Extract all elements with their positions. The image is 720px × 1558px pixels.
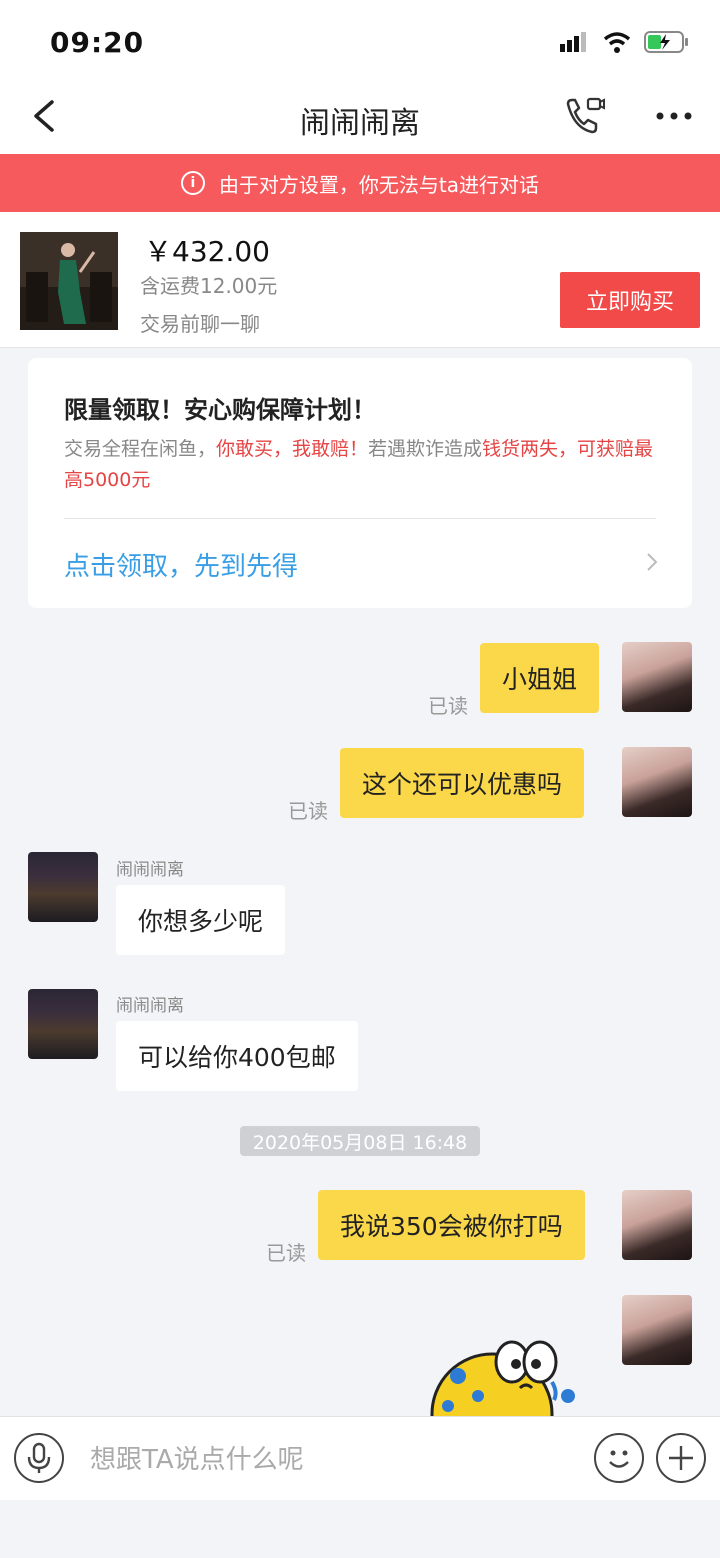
- more-actions-button[interactable]: [656, 1433, 706, 1483]
- plus-icon: [669, 1446, 693, 1470]
- avatar-other[interactable]: [28, 852, 98, 922]
- smiley-icon: [609, 1450, 629, 1468]
- product-card[interactable]: ￥432.00 含运费12.00元 交易前聊一聊 立即购买: [0, 212, 720, 348]
- more-icon[interactable]: [654, 104, 694, 128]
- avatar-self[interactable]: [622, 747, 692, 817]
- status-icons: [558, 30, 690, 54]
- message-bubble-other[interactable]: 你想多少呢: [116, 885, 286, 955]
- chevron-right-icon[interactable]: [642, 550, 662, 574]
- avatar-self[interactable]: [622, 1295, 692, 1365]
- product-shipping: 含运费12.00元: [140, 274, 278, 298]
- message-bubble-self[interactable]: 我说350会被你打吗: [318, 1190, 585, 1260]
- promo-title: 限量领取！安心购保障计划！: [64, 396, 376, 424]
- avatar-self[interactable]: [622, 1190, 692, 1260]
- promo-divider: [64, 518, 656, 519]
- banner-text: 由于对方设置，你无法与ta进行对话: [218, 172, 540, 197]
- status-time: 09:20: [50, 26, 145, 59]
- sender-name: 闹闹闹离: [116, 860, 184, 880]
- message-bubble-self[interactable]: 小姐姐: [480, 643, 600, 713]
- buy-now-button[interactable]: 立即购买: [560, 272, 700, 328]
- input-bar: 想跟TA说点什么呢: [0, 1416, 720, 1500]
- emoji-button[interactable]: [594, 1433, 644, 1483]
- voice-button[interactable]: [14, 1433, 64, 1483]
- product-price: ￥432.00: [144, 235, 270, 268]
- signal-icon: [560, 32, 586, 52]
- promo-card: 限量领取！安心购保障计划！ 交易全程在闲鱼，你敢买，我敢赔！若遇欺诈造成钱货两失…: [28, 358, 692, 608]
- microphone-icon: [27, 1442, 51, 1473]
- sender-name: 闹闹闹离: [116, 996, 184, 1016]
- wifi-icon: [603, 32, 631, 53]
- product-chat-hint: 交易前聊一聊: [140, 312, 260, 336]
- message-bubble-other[interactable]: 可以给你400包邮: [116, 1021, 358, 1091]
- battery-icon: [644, 31, 688, 53]
- sticker-message[interactable]: [428, 1336, 588, 1416]
- page-title: 闹闹闹离: [300, 106, 420, 141]
- promo-desc-1: 交易全程在闲鱼，: [64, 438, 217, 460]
- blocked-banner: i 由于对方设置，你无法与ta进行对话: [0, 154, 720, 212]
- promo-desc-2: 若遇欺诈造成: [368, 438, 483, 460]
- read-status: 已读: [288, 799, 328, 823]
- message-input[interactable]: 想跟TA说点什么呢: [90, 1439, 304, 1476]
- promo-description: 交易全程在闲鱼，你敢买，我敢赔！若遇欺诈造成钱货两失，可获赔最高5000元: [64, 434, 664, 496]
- avatar-other[interactable]: [28, 989, 98, 1059]
- product-image[interactable]: [20, 232, 118, 330]
- nav-bar: 闹闹闹离: [0, 84, 720, 154]
- read-status: 已读: [428, 694, 468, 718]
- video-call-icon[interactable]: [562, 94, 606, 138]
- bottom-safe-area: [0, 1500, 720, 1558]
- avatar-self[interactable]: [622, 642, 692, 712]
- message-bubble-self[interactable]: 这个还可以优惠吗: [340, 748, 585, 818]
- read-status: 已读: [266, 1241, 306, 1265]
- promo-claim-link[interactable]: 点击领取，先到先得: [64, 546, 298, 583]
- promo-desc-red-1: 你敢买，我敢赔！: [216, 438, 369, 460]
- info-icon: i: [180, 171, 205, 195]
- chat-timestamp: 2020年05月08日 16:48: [240, 1126, 480, 1156]
- status-bar: 09:20: [0, 0, 720, 84]
